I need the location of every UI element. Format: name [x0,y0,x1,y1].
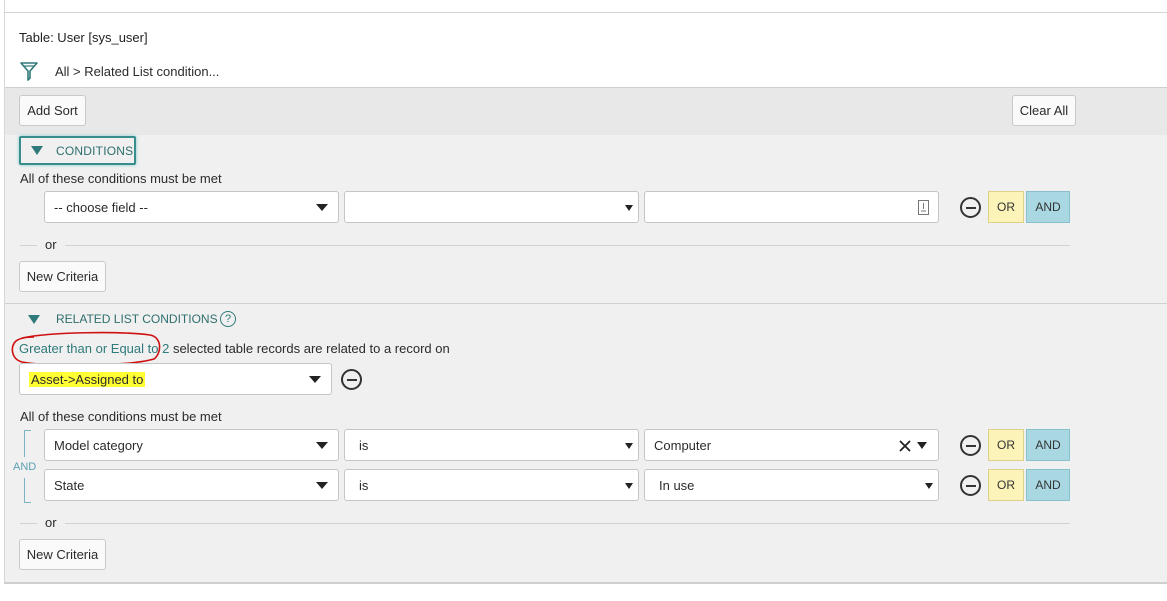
or-divider-right [65,245,1070,246]
related-row2-value: In use [659,477,695,493]
or-button[interactable]: OR [988,429,1024,461]
related-field-value: Asset->Assigned to [29,371,146,387]
and-bracket-label: AND [13,461,37,473]
clear-x-icon[interactable] [899,440,911,452]
related-row2-operator: is [359,477,369,493]
related-list-title: RELATED LIST CONDITIONS [56,312,218,326]
chevron-down-icon [625,483,633,489]
related-row2-field: State [54,477,85,493]
related-row2-value-select[interactable]: In use [644,469,939,501]
table-label: Table: User [sys_user] [19,30,148,45]
clear-all-button[interactable]: Clear All [1012,95,1076,126]
and-bracket-bottom [24,478,31,503]
chevron-down-icon [625,443,633,449]
remove-condition-icon[interactable] [960,197,981,218]
and-button[interactable]: AND [1026,469,1070,501]
related-list-header[interactable]: RELATED LIST CONDITIONS [28,312,218,326]
chevron-down-icon [316,482,328,489]
remove-condition-icon[interactable] [960,435,981,456]
help-icon[interactable]: ? [220,311,236,327]
choose-field-value: -- choose field -- [54,199,148,215]
frame-edge [4,0,5,12]
or-separator: or [45,237,57,252]
document-icon[interactable] [918,200,929,215]
related-field-select[interactable]: Asset->Assigned to [19,363,332,395]
frame-top-border [4,12,1167,13]
chevron-down-icon[interactable] [917,442,927,449]
and-button[interactable]: AND [1026,429,1070,461]
related-row1-value: Computer [654,437,712,453]
collapse-triangle-icon [31,146,43,155]
related-row1-field-select[interactable]: Model category [44,429,339,461]
remove-condition-icon[interactable] [960,475,981,496]
chevron-down-icon [316,442,328,449]
or-button[interactable]: OR [988,469,1024,501]
and-bracket-top [24,430,31,457]
value-input[interactable] [644,191,939,223]
related-must-be-met: All of these conditions must be met [20,409,222,424]
new-criteria-button[interactable]: New Criteria [19,539,106,570]
chevron-down-icon [316,204,328,211]
operator-select[interactable] [344,191,639,223]
conditions-must-be-met: All of these conditions must be met [20,171,222,186]
quantity-suffix: selected table records are related to a … [172,341,450,356]
or-divider-left [20,523,37,524]
choose-field-select[interactable]: -- choose field -- [44,191,339,223]
chevron-down-icon [925,483,933,489]
or-divider-left [20,245,37,246]
new-criteria-button[interactable]: New Criteria [19,261,106,292]
collapse-triangle-icon [28,314,40,324]
chevron-down-icon [625,205,633,211]
filter-icon[interactable] [19,60,39,82]
conditions-toggle[interactable]: CONDITIONS [19,136,136,165]
related-row2-field-select[interactable]: State [44,469,339,501]
frame-bottom-border [4,582,1167,584]
related-row1-operator: is [359,437,369,453]
or-button[interactable]: OR [988,191,1024,223]
add-sort-button[interactable]: Add Sort [19,95,86,126]
and-button[interactable]: AND [1026,191,1070,223]
related-row1-value-input[interactable]: Computer [644,429,939,461]
related-row1-operator-select[interactable]: is [344,429,639,461]
conditions-toggle-label: CONDITIONS [56,143,134,158]
filter-toolbar [5,87,1167,136]
or-separator: or [45,515,57,530]
remove-related-icon[interactable] [341,369,362,390]
related-row2-operator-select[interactable]: is [344,469,639,501]
related-row1-field: Model category [54,437,143,453]
chevron-down-icon [309,376,321,383]
or-divider-right [65,523,1070,524]
breadcrumb[interactable]: All > Related List condition... [55,64,219,79]
